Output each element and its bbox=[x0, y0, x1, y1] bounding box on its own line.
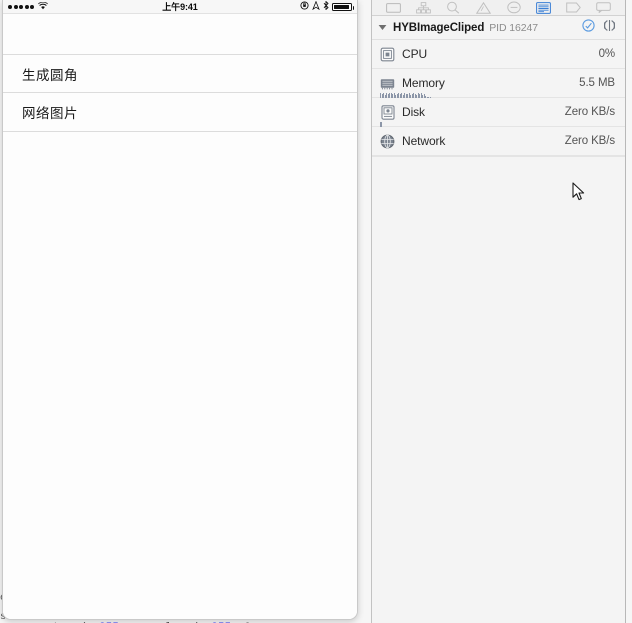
memory-chip-icon bbox=[380, 76, 395, 91]
continue-circle-icon[interactable] bbox=[582, 18, 595, 37]
folder-icon bbox=[385, 2, 401, 13]
tab-breakpoint-navigator[interactable] bbox=[564, 1, 584, 15]
network-globe-icon bbox=[380, 134, 395, 149]
ios-status-bar: 上午9:41 bbox=[3, 0, 357, 14]
split-view-icon[interactable] bbox=[602, 19, 617, 37]
tab-source-control-navigator[interactable] bbox=[413, 1, 433, 15]
gauge-label-disk: Disk bbox=[402, 105, 425, 119]
table-top-spacer bbox=[3, 14, 357, 54]
gauge-label-cpu: CPU bbox=[402, 47, 428, 61]
gauge-row-network[interactable]: Network Zero KB/s bbox=[372, 127, 625, 156]
disk-drive-icon bbox=[380, 104, 395, 120]
warning-triangle-icon bbox=[475, 1, 491, 14]
ios-simulator-window[interactable]: 上午9:41 生成圆角 网络图片 bbox=[2, 0, 358, 620]
tab-issue-navigator[interactable] bbox=[473, 1, 493, 15]
battery-icon bbox=[332, 2, 354, 11]
tab-report-navigator[interactable] bbox=[594, 1, 614, 15]
gauge-value-disk: Zero KB/s bbox=[564, 106, 615, 118]
gauge-label-memory: Memory bbox=[402, 76, 445, 90]
process-header-row[interactable]: HYBImageCliped PID 16247 bbox=[372, 16, 625, 40]
process-actions bbox=[582, 18, 617, 37]
triangle-down-icon[interactable] bbox=[376, 22, 388, 34]
debug-navigator-panel: HYBImageCliped PID 16247 CPU 0% Memory 5… bbox=[371, 0, 626, 623]
status-bar-time: 上午9:41 bbox=[162, 2, 198, 12]
search-icon bbox=[446, 1, 460, 14]
gauge-label-network: Network bbox=[402, 134, 446, 148]
message-bubble-icon bbox=[596, 2, 612, 13]
tab-symbol-navigator[interactable] bbox=[443, 1, 463, 15]
simulator-table-view[interactable]: 生成圆角 网络图片 bbox=[3, 14, 357, 619]
cpu-chip-icon bbox=[380, 47, 395, 62]
process-name: HYBImageCliped bbox=[393, 21, 485, 34]
breakpoint-icon bbox=[566, 2, 582, 13]
hierarchy-icon bbox=[415, 1, 431, 14]
gauge-row-cpu[interactable]: CPU 0% bbox=[372, 40, 625, 69]
tab-debug-navigator[interactable] bbox=[534, 1, 554, 15]
battery-fill bbox=[334, 4, 350, 9]
debug-gauge-icon bbox=[536, 1, 552, 14]
table-row-label: 网络图片 bbox=[22, 106, 78, 122]
gauge-value-memory: 5.5 MB bbox=[579, 77, 615, 89]
table-row[interactable]: 生成圆角 bbox=[3, 54, 357, 93]
gauge-row-disk[interactable]: Disk Zero KB/s bbox=[372, 98, 625, 127]
process-pid: PID 16247 bbox=[489, 21, 538, 34]
screen-root: e s Tm Su Pr _L rm NE lo 0x NE L_ no or … bbox=[0, 0, 632, 623]
gauge-row-memory[interactable]: Memory 5.5 MB bbox=[372, 69, 625, 98]
gauge-value-network: Zero KB/s bbox=[564, 135, 615, 147]
gauge-value-cpu: 0% bbox=[598, 48, 616, 60]
tab-project-navigator[interactable] bbox=[383, 1, 403, 15]
navigator-tab-bar[interactable] bbox=[372, 0, 625, 16]
table-row-label: 生成圆角 bbox=[22, 67, 78, 84]
tab-test-navigator[interactable] bbox=[504, 1, 524, 15]
table-row[interactable]: 网络图片 bbox=[3, 93, 357, 132]
diamond-icon bbox=[506, 1, 521, 14]
navigator-separator bbox=[372, 156, 625, 157]
